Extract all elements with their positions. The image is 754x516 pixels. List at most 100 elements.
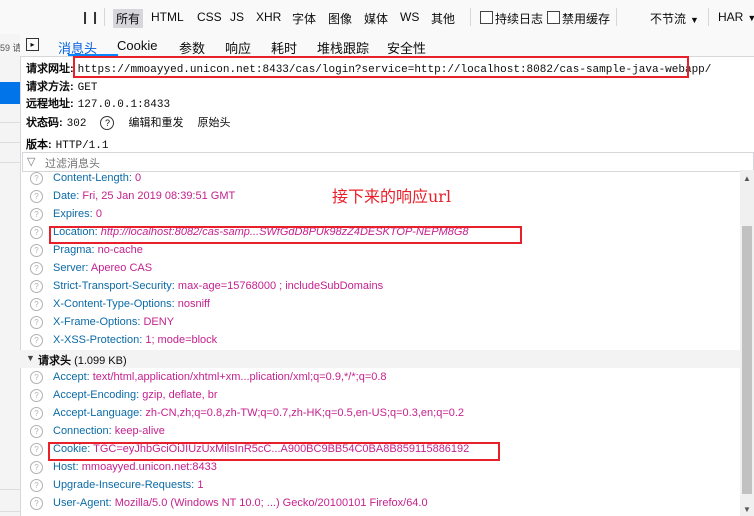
toggle-pane-icon[interactable]: ▸ bbox=[26, 38, 39, 51]
tab-response[interactable]: 响应 bbox=[225, 38, 251, 57]
header-row[interactable]: ? User-Agent: Mozilla/5.0 (Windows NT 10.… bbox=[20, 496, 740, 514]
status-label: 状态码: bbox=[26, 117, 63, 129]
filter-js-button[interactable]: JS bbox=[230, 10, 244, 24]
location-highlight-box bbox=[49, 226, 522, 244]
header-row[interactable]: ? Connection: keep-alive bbox=[20, 424, 740, 442]
persist-log-checkbox[interactable] bbox=[480, 11, 493, 24]
header-text: X-Frame-Options: DENY bbox=[53, 316, 174, 328]
help-icon[interactable]: ? bbox=[30, 226, 43, 239]
help-icon[interactable]: ? bbox=[30, 479, 43, 492]
header-name: Date: bbox=[53, 190, 80, 202]
header-row[interactable]: ? X-Frame-Options: DENY bbox=[20, 315, 740, 333]
toolbar-divider bbox=[708, 8, 709, 26]
remote-address-value: 127.0.0.1:8433 bbox=[77, 99, 171, 111]
help-icon[interactable]: ? bbox=[30, 190, 43, 203]
header-row[interactable]: ? Expires: 0 bbox=[20, 207, 740, 225]
header-row[interactable]: ? Pragma: no-cache bbox=[20, 243, 740, 261]
header-row[interactable]: ? Server: Apereo CAS bbox=[20, 261, 740, 279]
help-icon[interactable]: ? bbox=[30, 280, 43, 293]
filter-headers-placeholder: 过滤消息头 bbox=[45, 158, 100, 170]
request-url-label: 请求网址: bbox=[26, 63, 74, 75]
help-icon[interactable]: ? bbox=[30, 371, 43, 384]
request-headers-section[interactable]: ▼ 请求头 (1.099 KB) bbox=[20, 350, 740, 368]
tab-stack-trace[interactable]: 堆栈跟踪 bbox=[317, 38, 369, 57]
scroll-down-icon[interactable]: ▼ bbox=[743, 505, 751, 514]
pause-button[interactable]: ❙❙ bbox=[80, 10, 100, 24]
tab-security[interactable]: 安全性 bbox=[387, 38, 426, 57]
header-text: Accept-Language: zh-CN,zh;q=0.8,zh-TW;q=… bbox=[53, 407, 464, 419]
header-name: Accept-Language: bbox=[53, 407, 143, 419]
request-method-label: 请求方法: bbox=[26, 81, 74, 93]
help-icon[interactable]: ? bbox=[30, 172, 43, 185]
header-value: text/html,application/xhtml+xm...plicati… bbox=[92, 371, 387, 383]
disable-cache-checkbox[interactable] bbox=[547, 11, 560, 24]
raw-headers-button[interactable]: 原始头 bbox=[197, 117, 230, 129]
filter-other-button[interactable]: 其他 bbox=[431, 10, 455, 27]
help-icon[interactable]: ? bbox=[30, 244, 43, 257]
header-value: DENY bbox=[143, 316, 175, 328]
filter-images-button[interactable]: 图像 bbox=[328, 10, 352, 27]
header-row[interactable]: ? Upgrade-Insecure-Requests: 1 bbox=[20, 478, 740, 496]
header-name: Upgrade-Insecure-Requests: bbox=[53, 479, 195, 491]
help-icon[interactable]: ? bbox=[30, 298, 43, 311]
headers-scrollbar[interactable]: ▲ ▼ bbox=[740, 170, 754, 516]
header-name: User-Agent: bbox=[53, 497, 112, 509]
help-icon[interactable]: ? bbox=[30, 461, 43, 474]
help-icon[interactable]: ? bbox=[30, 262, 43, 275]
http-version-row: 版本: HTTP/1.1 bbox=[26, 136, 108, 152]
help-icon[interactable]: ? bbox=[30, 497, 43, 510]
filter-all-button[interactable]: 所有 bbox=[113, 9, 144, 28]
network-toolbar: ❙❙ 所有 HTML CSS JS XHR 字体 图像 媒体 WS 其他 持续日… bbox=[0, 0, 754, 35]
header-name: Strict-Transport-Security: bbox=[53, 280, 175, 292]
filter-html-button[interactable]: HTML bbox=[151, 10, 184, 24]
help-icon[interactable]: ? bbox=[30, 407, 43, 420]
filter-headers-input[interactable]: ▽ 过滤消息头 bbox=[22, 152, 754, 172]
row-divider bbox=[0, 122, 20, 123]
request-headers-size: (1.099 KB) bbox=[74, 355, 127, 367]
tab-params[interactable]: 参数 bbox=[179, 38, 205, 57]
url-highlight-box bbox=[73, 56, 689, 78]
persist-log-label: 持续日志 bbox=[495, 12, 544, 26]
help-icon[interactable]: ? bbox=[100, 116, 115, 131]
help-icon[interactable]: ? bbox=[30, 443, 43, 456]
header-name: X-Content-Type-Options: bbox=[53, 298, 175, 310]
header-value: 0 bbox=[134, 172, 142, 184]
help-icon[interactable]: ? bbox=[30, 208, 43, 221]
help-icon[interactable]: ? bbox=[30, 316, 43, 329]
status-row: 状态码: 302? 编辑和重发 原始头 bbox=[26, 114, 230, 131]
header-row[interactable]: ? Strict-Transport-Security: max-age=1576… bbox=[20, 279, 740, 297]
filter-ws-button[interactable]: WS bbox=[400, 10, 419, 24]
tab-timings[interactable]: 耗时 bbox=[271, 38, 297, 57]
header-text: Content-Length: 0 bbox=[53, 172, 141, 184]
header-row[interactable]: ? Host: mmoayyed.unicon.net:8433 bbox=[20, 460, 740, 478]
filter-media-button[interactable]: 媒体 bbox=[364, 10, 388, 27]
header-value: Mozilla/5.0 (Windows NT 10.0; ...) Gecko… bbox=[114, 497, 428, 509]
help-icon[interactable]: ? bbox=[30, 334, 43, 347]
filter-fonts-button[interactable]: 字体 bbox=[292, 10, 316, 27]
header-text: Strict-Transport-Security: max-age=15768… bbox=[53, 280, 383, 292]
throttle-dropdown[interactable]: 不节流 ▼ bbox=[650, 10, 699, 27]
tab-cookies[interactable]: Cookie bbox=[117, 38, 157, 53]
filter-xhr-button[interactable]: XHR bbox=[256, 10, 281, 24]
header-row[interactable]: ? Accept-Language: zh-CN,zh;q=0.8,zh-TW;q… bbox=[20, 406, 740, 424]
request-method-value: GET bbox=[77, 82, 98, 94]
scrollbar-thumb[interactable] bbox=[742, 226, 752, 494]
edit-resend-button[interactable]: 编辑和重发 bbox=[128, 117, 183, 129]
header-row[interactable]: ? Accept-Encoding: gzip, deflate, br bbox=[20, 388, 740, 406]
header-row[interactable]: ? X-XSS-Protection: 1; mode=block bbox=[20, 333, 740, 351]
header-row[interactable]: ? X-Content-Type-Options: nosniff bbox=[20, 297, 740, 315]
filter-css-button[interactable]: CSS bbox=[197, 10, 222, 24]
http-version-label: 版本: bbox=[26, 139, 52, 151]
help-icon[interactable]: ? bbox=[30, 425, 43, 438]
expand-triangle-icon: ▼ bbox=[26, 353, 35, 363]
header-row[interactable]: ? Accept: text/html,application/xhtml+xm.… bbox=[20, 370, 740, 388]
header-value: max-age=15768000 ; includeSubDomains bbox=[177, 280, 384, 292]
toolbar-divider bbox=[616, 8, 617, 26]
har-dropdown[interactable]: HAR ▼ bbox=[718, 10, 754, 24]
header-value: zh-CN,zh;q=0.8,zh-TW;q=0.7,zh-HK;q=0.5,e… bbox=[145, 407, 465, 419]
scroll-up-icon[interactable]: ▲ bbox=[743, 174, 751, 183]
selected-request-row[interactable] bbox=[0, 82, 20, 104]
header-value: 0 bbox=[95, 208, 102, 220]
header-value: Apereo CAS bbox=[90, 262, 153, 274]
help-icon[interactable]: ? bbox=[30, 389, 43, 402]
